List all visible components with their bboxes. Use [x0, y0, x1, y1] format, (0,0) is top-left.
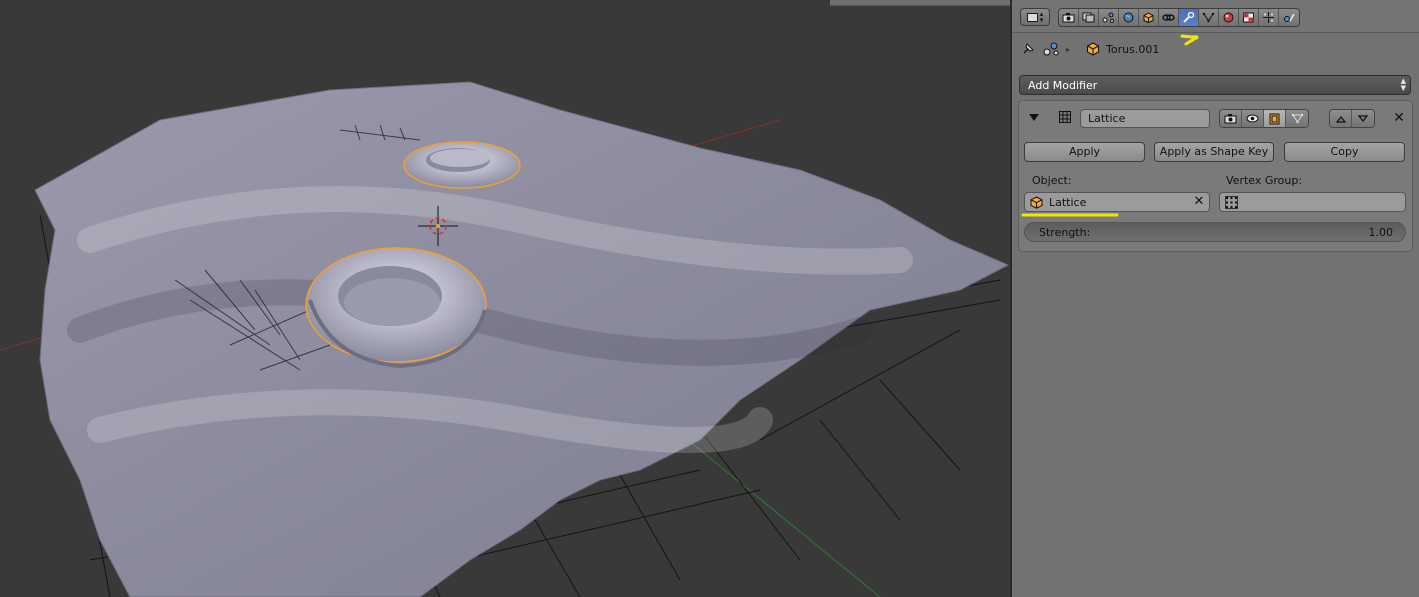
- object-cube-icon: [1143, 12, 1154, 23]
- chevron-updown-icon: ▴ ▾: [1039, 10, 1044, 24]
- strength-label: Strength:: [1039, 225, 1091, 239]
- yellow-underline-annotation: [1021, 213, 1119, 217]
- mesh-data-icon: [1202, 12, 1215, 23]
- properties-header: ▴ ▾: [1012, 0, 1419, 46]
- object-field-value: Lattice: [1049, 195, 1087, 209]
- modifier-name-field[interactable]: Lattice: [1080, 109, 1210, 128]
- tab-constraints[interactable]: [1159, 9, 1179, 26]
- object-cube-icon: [1030, 195, 1043, 209]
- tab-render-layers[interactable]: [1079, 9, 1099, 26]
- object-cube-icon: [1087, 42, 1100, 56]
- viewport-header-strip: [830, 0, 1010, 6]
- properties-editor-icon: [1026, 12, 1038, 22]
- yellow-annotation-mark: [1180, 34, 1199, 46]
- apply-button[interactable]: Apply: [1024, 142, 1145, 162]
- link-icon: [1162, 14, 1175, 21]
- breadcrumb-object-name: Torus.001: [1106, 42, 1160, 56]
- tab-render[interactable]: [1059, 9, 1079, 26]
- modifier-visibility-toggles: [1219, 109, 1309, 128]
- vertex-group-field[interactable]: [1219, 192, 1406, 212]
- copy-button[interactable]: Copy: [1284, 142, 1405, 162]
- wrench-icon: [1183, 12, 1195, 23]
- pin-icon[interactable]: [1020, 41, 1036, 57]
- modifier-move-buttons: [1329, 109, 1375, 128]
- chevron-updown-icon: ▲ ▼: [1400, 77, 1406, 92]
- arrow-down-icon: [1358, 114, 1368, 122]
- editor-type-button[interactable]: ▴ ▾: [1020, 8, 1050, 26]
- camera-icon: [1062, 13, 1075, 23]
- move-up-button[interactable]: [1330, 110, 1352, 127]
- vertex-triangle-icon: [1291, 113, 1303, 124]
- particles-icon: [1263, 12, 1274, 23]
- arrow-up-icon: [1335, 115, 1346, 123]
- add-modifier-label: Add Modifier: [1028, 78, 1098, 92]
- viewport-toggle[interactable]: [1242, 110, 1264, 127]
- tab-particles[interactable]: [1259, 9, 1279, 26]
- viewport-scene: [0, 81, 1010, 597]
- physics-icon: [1283, 13, 1295, 22]
- chevron-right-icon: ▸: [1066, 44, 1071, 54]
- layers-icon: [1082, 12, 1095, 23]
- tab-world[interactable]: [1119, 9, 1139, 26]
- context-tabs: [1058, 8, 1300, 27]
- tab-texture[interactable]: [1239, 9, 1259, 26]
- edit-mode-icon: [1269, 113, 1280, 124]
- modifier-header: Lattice ✕: [1019, 101, 1412, 133]
- remove-modifier-close-icon[interactable]: ✕: [1392, 111, 1406, 125]
- breadcrumb: ▸ Torus.001: [1020, 40, 1159, 58]
- material-icon: [1223, 12, 1234, 23]
- clear-field-close-icon[interactable]: ✕: [1192, 195, 1206, 209]
- lattice-modifier-panel: Lattice ✕ Apply Apply as Shape Key Copy …: [1018, 100, 1413, 252]
- tab-modifiers[interactable]: [1179, 9, 1199, 26]
- eye-icon: [1246, 114, 1259, 123]
- camera-icon: [1224, 114, 1237, 124]
- texture-icon: [1243, 12, 1254, 23]
- scene-icon: [1043, 42, 1059, 56]
- scene-icon: [1102, 12, 1114, 23]
- collapse-triangle-icon[interactable]: [1029, 114, 1039, 121]
- tab-material[interactable]: [1219, 9, 1239, 26]
- move-down-button[interactable]: [1352, 110, 1374, 127]
- add-modifier-menu[interactable]: Add Modifier ▲ ▼: [1019, 75, 1411, 95]
- lattice-modifier-icon: [1059, 111, 1071, 123]
- 3d-viewport[interactable]: [0, 0, 1010, 597]
- torus-small: [403, 141, 521, 189]
- tab-scene[interactable]: [1099, 9, 1119, 26]
- cage-toggle[interactable]: [1286, 110, 1308, 127]
- tab-object[interactable]: [1139, 9, 1159, 26]
- editmode-toggle[interactable]: [1264, 110, 1286, 127]
- object-label: Object:: [1032, 174, 1072, 187]
- vertex-group-label: Vertex Group:: [1226, 174, 1303, 187]
- world-icon: [1123, 12, 1134, 23]
- apply-as-shape-key-button[interactable]: Apply as Shape Key: [1154, 142, 1274, 162]
- object-field[interactable]: Lattice ✕: [1024, 192, 1210, 212]
- strength-slider[interactable]: Strength: 1.00: [1024, 222, 1406, 242]
- properties-editor: ▴ ▾ ▸ Torus.001 Add Modifier ▲ ▼ Lattice…: [1012, 0, 1419, 597]
- vertex-group-icon: [1225, 195, 1238, 209]
- render-toggle[interactable]: [1220, 110, 1242, 127]
- tab-data[interactable]: [1199, 9, 1219, 26]
- strength-value: 1.00: [1368, 225, 1394, 239]
- tab-physics[interactable]: [1279, 9, 1299, 26]
